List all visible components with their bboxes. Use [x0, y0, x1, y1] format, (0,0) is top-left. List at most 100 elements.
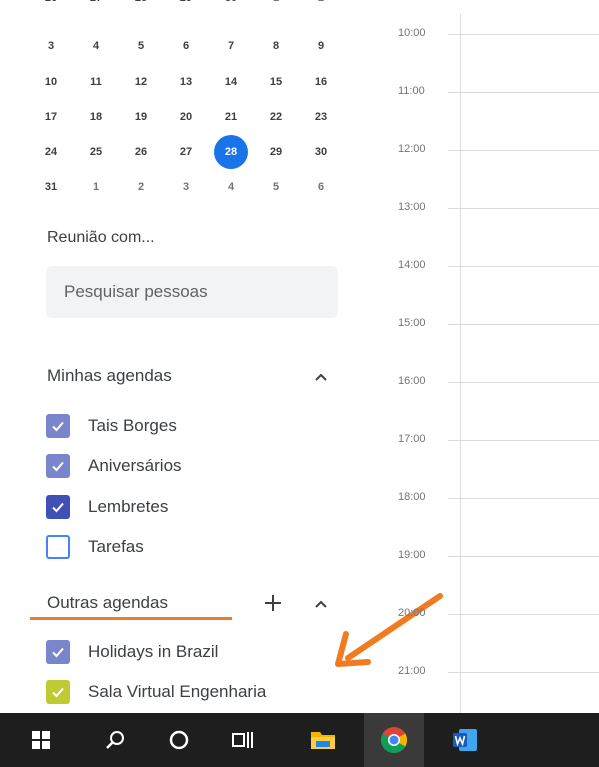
chrome-icon[interactable] — [364, 713, 424, 767]
mini-calendar-day[interactable]: 30 — [303, 138, 339, 166]
mini-calendar-day[interactable]: 17 — [33, 103, 69, 131]
checkbox-checked-icon[interactable] — [46, 414, 70, 438]
mini-calendar-day[interactable]: 5 — [123, 32, 159, 60]
calendar-item[interactable]: Tarefas — [46, 532, 144, 562]
hour-label: 19:00 — [398, 549, 426, 561]
mini-calendar-day-label: 22 — [269, 111, 283, 123]
annotation-arrow-icon — [335, 593, 443, 667]
mini-calendar-day[interactable]: 3 — [168, 173, 204, 201]
mini-calendar-day[interactable]: 4 — [213, 173, 249, 201]
mini-calendar-day[interactable]: 27 — [78, 0, 114, 12]
mini-calendar-day[interactable]: 12 — [123, 68, 159, 96]
mini-calendar-day[interactable]: 25 — [78, 138, 114, 166]
mini-calendar-day-label: 30 — [225, 0, 237, 4]
mini-calendar-day-label: 3 — [182, 181, 190, 193]
checkbox-checked-icon[interactable] — [46, 640, 70, 664]
mini-calendar-day[interactable]: 23 — [303, 103, 339, 131]
mini-calendar-day[interactable]: 24 — [33, 138, 69, 166]
mini-calendar-day-label: 21 — [224, 111, 238, 123]
hour-label: 10:00 — [398, 27, 426, 39]
mini-calendar-day[interactable]: 15 — [258, 68, 294, 96]
mini-calendar-day[interactable]: 13 — [168, 68, 204, 96]
mini-calendar-day[interactable]: 18 — [78, 103, 114, 131]
mini-calendar-day[interactable]: 31 — [33, 173, 69, 201]
mini-calendar-day[interactable]: 6 — [168, 32, 204, 60]
calendar-item[interactable]: Holidays in Brazil — [46, 637, 218, 667]
mini-calendar-day[interactable]: 14 — [213, 68, 249, 96]
calendar-item[interactable]: Lembretes — [46, 492, 168, 522]
mini-calendar-day[interactable]: 19 — [123, 103, 159, 131]
calendar-item[interactable]: Sala Virtual Engenharia — [46, 677, 266, 707]
mini-calendar-day[interactable]: 2 — [303, 0, 339, 12]
mini-calendar-day[interactable]: 3 — [33, 32, 69, 60]
mini-calendar-day[interactable]: 9 — [303, 32, 339, 60]
checkbox-checked-icon[interactable] — [46, 454, 70, 478]
calendar-item[interactable]: Tais Borges — [46, 411, 177, 441]
mini-calendar-day-label: 29 — [269, 146, 283, 158]
mini-calendar-day[interactable]: 1 — [78, 173, 114, 201]
hour-gridline — [448, 150, 599, 151]
word-icon[interactable] — [438, 713, 492, 767]
hour-label: 21:00 — [398, 665, 426, 677]
mini-calendar-day-label: 29 — [180, 0, 192, 4]
mini-calendar-day[interactable]: 1 — [258, 0, 294, 12]
mini-calendar-day-label: 5 — [272, 181, 280, 193]
mini-calendar-day[interactable]: 16 — [303, 68, 339, 96]
hour-gridline — [448, 672, 599, 673]
mini-calendar-day[interactable]: 21 — [213, 103, 249, 131]
mini-calendar-day-label: 20 — [179, 111, 193, 123]
hour-gridline — [448, 266, 599, 267]
my-calendars-header: Minhas agendas — [47, 366, 172, 385]
file-explorer-icon[interactable] — [296, 713, 350, 767]
mini-calendar-day-label: 6 — [182, 40, 190, 52]
add-calendar-plus-icon[interactable] — [260, 590, 286, 616]
mini-calendar-day[interactable]: 11 — [78, 68, 114, 96]
search-icon[interactable] — [88, 713, 142, 767]
task-view-icon[interactable] — [216, 713, 270, 767]
mini-calendar-day[interactable]: 22 — [258, 103, 294, 131]
calendar-item[interactable]: Aniversários — [46, 451, 182, 481]
mini-calendar-day[interactable]: 20 — [168, 103, 204, 131]
mini-calendar-week: 10 11 12 13 14 15 16 — [33, 68, 353, 96]
mini-calendar-day[interactable]: 27 — [168, 138, 204, 166]
mini-calendar-day-label: 24 — [44, 146, 58, 158]
mini-calendar-day[interactable]: 28 — [213, 135, 249, 169]
mini-calendar-day-label: 12 — [134, 76, 148, 88]
mini-calendar-day[interactable]: 10 — [33, 68, 69, 96]
checkbox-unchecked-icon[interactable] — [46, 535, 70, 559]
mini-calendar-day-label: 15 — [269, 76, 283, 88]
mini-calendar-day[interactable]: 28 — [123, 0, 159, 12]
hour-label: 20:00 — [398, 607, 426, 619]
mini-calendar-day-label: 2 — [137, 181, 145, 193]
hour-label: 16:00 — [398, 375, 426, 387]
mini-calendar-day[interactable]: 29 — [258, 138, 294, 166]
mini-calendar-day[interactable]: 5 — [258, 173, 294, 201]
mini-calendar-day[interactable]: 2 — [123, 173, 159, 201]
search-people-input[interactable] — [46, 266, 338, 318]
cortana-icon[interactable] — [152, 713, 206, 767]
checkbox-checked-icon[interactable] — [46, 680, 70, 704]
hour-gridline — [448, 556, 599, 557]
hour-gridline — [448, 440, 599, 441]
chevron-up-icon[interactable] — [309, 365, 333, 389]
mini-calendar-day-label: 6 — [317, 181, 325, 193]
mini-calendar-day[interactable]: 30 — [213, 0, 249, 12]
mini-calendar-day[interactable]: 29 — [168, 0, 204, 12]
annotation-underline — [30, 617, 232, 620]
mini-calendar-day[interactable]: 26 — [33, 0, 69, 12]
calendar-item-label: Aniversários — [88, 456, 182, 475]
mini-calendar-day[interactable]: 6 — [303, 173, 339, 201]
mini-calendar-week: 26 27 28 29 30 1 2 — [33, 0, 353, 28]
mini-calendar-day[interactable]: 4 — [78, 32, 114, 60]
mini-calendar-day-label: 9 — [317, 40, 325, 52]
mini-calendar-day[interactable]: 7 — [213, 32, 249, 60]
hour-gridline — [448, 498, 599, 499]
checkbox-checked-icon[interactable] — [46, 495, 70, 519]
hour-gridline — [448, 208, 599, 209]
mini-calendar-day[interactable]: 8 — [258, 32, 294, 60]
other-calendars-header: Outras agendas — [47, 593, 168, 612]
windows-start-icon[interactable] — [14, 713, 68, 767]
mini-calendar-day[interactable]: 26 — [123, 138, 159, 166]
mini-calendar-day-label: 26 — [134, 146, 148, 158]
mini-calendar-day-label: 26 — [45, 0, 57, 4]
